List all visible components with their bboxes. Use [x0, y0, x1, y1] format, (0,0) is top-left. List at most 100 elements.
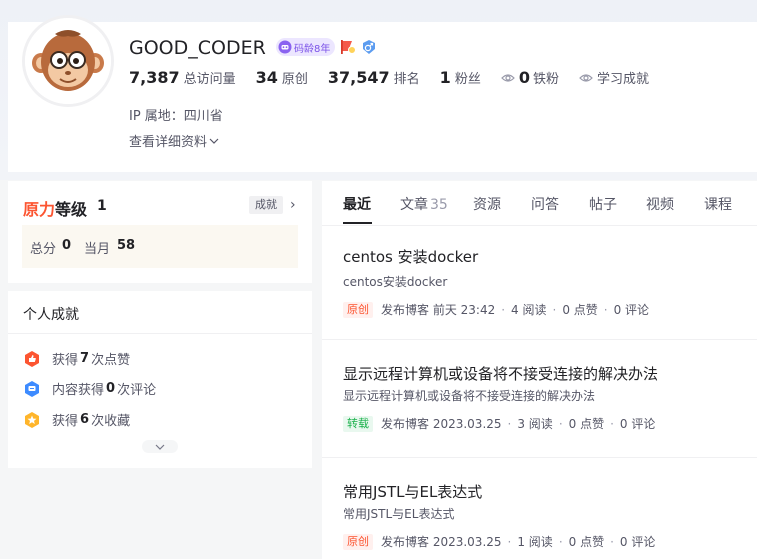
stat-visits-value: 7,387 — [129, 68, 180, 87]
achievement-suffix: 次收藏 — [91, 414, 131, 429]
article-comments: 0 评论 — [613, 303, 650, 317]
expand-achievements-button[interactable] — [142, 440, 178, 453]
tab-courses[interactable]: 课程 — [704, 194, 732, 214]
divider — [322, 339, 757, 340]
achievement-prefix: 内容获得 — [52, 383, 105, 398]
article-title[interactable]: 常用JSTL与EL表达式 — [343, 481, 757, 502]
total-score-label: 总分 — [30, 242, 57, 257]
tab-articles[interactable]: 文章 35 — [400, 194, 448, 214]
separator-dot: · — [552, 302, 557, 317]
tab-label: 资源 — [473, 197, 501, 213]
stat-achievements[interactable]: 学习成就 — [579, 68, 649, 87]
view-details-label: 查看详细资料 — [129, 135, 208, 150]
achievement-item-favorites: 获得 6 次收藏 — [23, 410, 130, 429]
separator-dot: · — [507, 534, 512, 549]
divider — [8, 333, 312, 334]
stat-visits: 7,387 总访问量 — [129, 68, 236, 87]
separator-dot: · — [507, 416, 512, 431]
avatar[interactable] — [22, 15, 114, 107]
achievement-item-comments: 内容获得 0 次评论 — [23, 379, 156, 398]
article-item: centos 安装docker centos安装docker 原创 发布博客 前… — [343, 246, 757, 318]
tab-recent[interactable]: 最近 — [343, 194, 371, 214]
achievement-count: 0 — [106, 381, 116, 396]
tab-videos[interactable]: 视频 — [646, 194, 674, 214]
profile-card: GOOD_CODER 码龄8年 7,387 总访问量 34 原创 37,547 … — [8, 15, 757, 172]
tab-posts[interactable]: 帖子 — [589, 194, 617, 214]
stat-original-label: 原创 — [281, 72, 308, 87]
article-likes: 0 点赞 — [562, 303, 598, 317]
tab-label: 帖子 — [589, 197, 617, 213]
achievement-count: 6 — [80, 412, 90, 427]
thumbs-up-badge-icon — [25, 350, 39, 367]
separator-dot: · — [603, 302, 608, 317]
separator-dot: · — [501, 302, 506, 317]
chevron-down-icon — [155, 444, 165, 450]
achievement-button[interactable]: 成就 — [249, 196, 283, 214]
stat-fans[interactable]: 1 粉丝 — [440, 68, 481, 87]
level-title: 原力等级 — [23, 196, 87, 220]
star-badge-icon — [25, 411, 39, 428]
article-reads: 3 阅读 — [517, 417, 553, 431]
stat-iron-fans-value: 0 — [518, 68, 530, 87]
article-meta: 原创 发布博客 前天 23:42 · 4 阅读 · 0 点赞 · 0 评论 — [343, 301, 757, 318]
stat-visits-label: 总访问量 — [183, 72, 236, 87]
achievement-prefix: 获得 — [52, 353, 79, 368]
total-score-value: 0 — [62, 238, 72, 253]
tab-label: 课程 — [704, 197, 732, 213]
profile-stats: 7,387 总访问量 34 原创 37,547 排名 1 粉丝 0 铁粉 学习成… — [129, 68, 669, 87]
level-value: 1 — [97, 198, 107, 214]
level-score-box: 总分 0 当月 58 — [22, 225, 298, 268]
article-comments: 0 评论 — [619, 535, 656, 549]
article-likes: 0 点赞 — [568, 535, 605, 549]
stat-achievements-label: 学习成就 — [596, 72, 649, 87]
article-type-tag: 转载 — [343, 415, 373, 432]
tab-label: 文章 — [400, 197, 428, 213]
tab-label: 视频 — [646, 197, 674, 213]
robot-icon — [278, 40, 292, 54]
stat-rank-label: 排名 — [393, 72, 420, 87]
username[interactable]: GOOD_CODER — [129, 37, 266, 59]
separator-dot: · — [610, 416, 614, 431]
divider — [322, 457, 757, 458]
separator-dot: · — [558, 416, 563, 431]
stat-rank[interactable]: 37,547 排名 — [328, 68, 420, 87]
article-reads: 4 阅读 — [511, 303, 547, 317]
tab-resources[interactable]: 资源 — [473, 194, 501, 214]
level-title-highlight: 原力 — [23, 200, 56, 219]
chevron-right-icon[interactable]: › — [290, 197, 296, 213]
article-item: 显示远程计算机或设备将不接受连接的解决办法 显示远程计算机或设备将不接受连接的解… — [343, 363, 757, 432]
article-comments: 0 评论 — [619, 417, 656, 431]
article-description[interactable]: 常用JSTL与EL表达式 — [343, 505, 757, 522]
code-age-text: 码龄8年 — [294, 43, 331, 55]
article-description[interactable]: centos安装docker — [343, 273, 757, 290]
badge-row: 码龄8年 — [276, 38, 377, 56]
ip-location: IP 属地：四川省 — [129, 109, 223, 124]
level-card: 原力等级 1 成就 › 总分 0 当月 58 — [8, 181, 312, 283]
month-score-label: 当月 — [84, 242, 111, 257]
achievement-item-likes: 获得 7 次点赞 — [23, 349, 130, 368]
tab-qa[interactable]: 问答 — [531, 194, 559, 214]
article-title[interactable]: centos 安装docker — [343, 246, 757, 267]
code-age-badge[interactable]: 码龄8年 — [276, 38, 336, 56]
article-type-tag: 原创 — [343, 301, 373, 318]
article-published: 发布博客 前天 23:42 — [381, 303, 496, 317]
article-reads: 1 阅读 — [517, 535, 553, 549]
article-meta: 原创 发布博客 2023.03.25 · 1 阅读 · 0 点赞 · 0 评论 — [343, 533, 757, 550]
content-tabs: 最近 文章 35 资源 问答 帖子 视频 课程 — [322, 181, 757, 226]
stat-fans-value: 1 — [439, 68, 451, 87]
article-published: 发布博客 2023.03.25 — [381, 535, 502, 549]
red-flag-badge-icon[interactable] — [339, 39, 357, 55]
stat-fans-label: 粉丝 — [454, 72, 481, 87]
achievements-card: 个人成就 获得 7 次点赞 内容获得 0 次评论 获得 6 次收藏 — [8, 291, 312, 468]
view-details-link[interactable]: 查看详细资料 — [129, 131, 219, 150]
article-description[interactable]: 显示远程计算机或设备将不接受连接的解决办法 — [343, 387, 757, 404]
tab-label: 问答 — [531, 197, 559, 213]
chevron-down-icon — [209, 138, 219, 144]
tab-label: 最近 — [343, 197, 371, 213]
stat-iron-fans[interactable]: 0 铁粉 — [500, 68, 559, 87]
tab-count: 35 — [430, 197, 448, 213]
article-title[interactable]: 显示远程计算机或设备将不接受连接的解决办法 — [343, 363, 757, 384]
stat-original[interactable]: 34 原创 — [256, 68, 308, 87]
eye-icon — [579, 73, 593, 82]
article-likes: 0 点赞 — [568, 417, 605, 431]
